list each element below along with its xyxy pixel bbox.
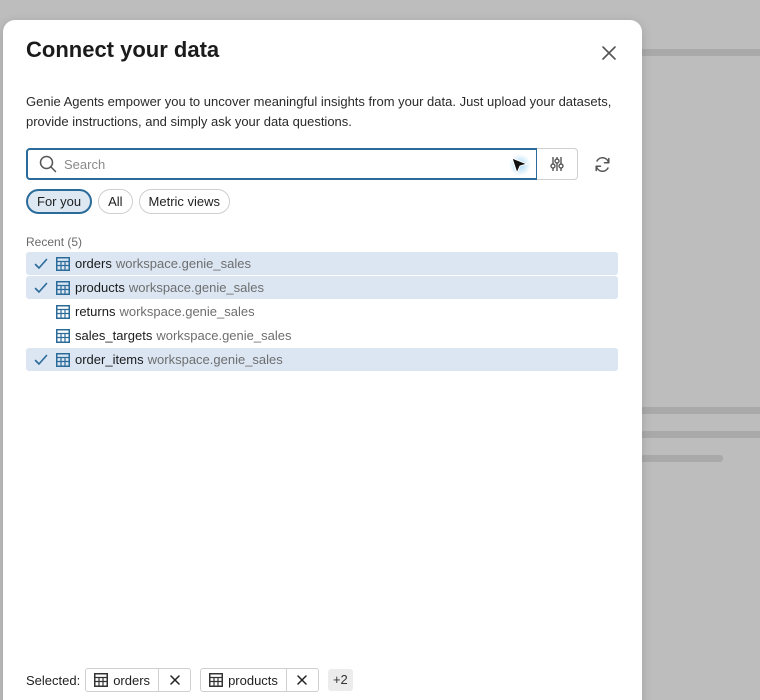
close-icon — [602, 46, 616, 60]
table-icon — [209, 673, 224, 687]
table-schema: workspace.genie_sales — [156, 328, 292, 343]
close-icon — [169, 675, 180, 685]
recent-section-label: Recent (5) — [26, 235, 83, 249]
table-icon — [56, 352, 70, 367]
chip-label: orders — [113, 672, 151, 688]
modal-title: Connect your data — [26, 37, 220, 62]
table-icon — [94, 673, 109, 687]
table-schema: workspace.genie_sales — [119, 304, 255, 319]
table-name: returns — [75, 304, 116, 319]
search-icon — [39, 155, 57, 173]
background-divider — [640, 49, 760, 56]
modal-description: Genie Agents empower you to uncover mean… — [26, 94, 612, 129]
table-name: sales_targets — [75, 328, 153, 343]
check-placeholder — [26, 324, 56, 347]
more-selected-badge[interactable]: +2 — [327, 669, 353, 691]
list-item[interactable]: orders workspace.genie_sales — [26, 252, 618, 275]
table-icon — [56, 304, 70, 319]
table-schema: workspace.genie_sales — [147, 352, 283, 367]
table-icon — [56, 280, 70, 295]
pill-for-you[interactable]: For you — [26, 189, 93, 214]
background-divider — [640, 407, 760, 414]
table-icon — [56, 328, 70, 343]
chip-label-area: orders — [86, 669, 158, 691]
pill-metric-views[interactable]: Metric views — [138, 189, 231, 214]
recent-tables-list: orders workspace.genie_sales products wo… — [26, 252, 618, 372]
check-icon — [26, 252, 56, 275]
close-icon — [297, 675, 308, 685]
background-divider — [640, 455, 723, 462]
list-item[interactable]: sales_targets workspace.genie_sales — [26, 324, 618, 347]
mouse-pointer-icon — [509, 154, 531, 176]
check-placeholder — [26, 300, 56, 323]
selected-footer: Selected: orders products +2 — [26, 668, 353, 692]
selected-chip: products — [200, 668, 319, 692]
filter-settings-button[interactable] — [537, 148, 578, 180]
selected-chip: orders — [85, 668, 192, 692]
table-schema: workspace.genie_sales — [115, 256, 251, 271]
remove-chip-button[interactable] — [285, 669, 318, 691]
list-item[interactable]: products workspace.genie_sales — [26, 276, 618, 299]
refresh-button[interactable] — [588, 148, 616, 180]
list-item[interactable]: order_items workspace.genie_sales — [26, 348, 618, 371]
background-divider — [640, 431, 760, 438]
remove-chip-button[interactable] — [158, 669, 190, 691]
connect-data-modal: Connect your data Genie Agents empower y… — [3, 20, 642, 700]
table-name: order_items — [75, 352, 144, 367]
table-schema: workspace.genie_sales — [128, 280, 265, 295]
refresh-icon — [594, 156, 610, 172]
selected-label: Selected: — [26, 672, 81, 688]
check-icon — [26, 348, 56, 371]
search-field[interactable] — [26, 148, 538, 180]
close-button[interactable] — [597, 41, 621, 65]
table-name: products — [75, 280, 125, 295]
chip-label: products — [228, 672, 278, 688]
table-icon — [56, 256, 70, 271]
filter-pills: For you All Metric views — [26, 189, 231, 214]
pill-all[interactable]: All — [98, 189, 133, 214]
sliders-icon — [550, 157, 564, 171]
chip-label-area: products — [201, 669, 286, 691]
list-item[interactable]: returns workspace.genie_sales — [26, 300, 618, 323]
check-icon — [26, 276, 56, 299]
search-input[interactable] — [64, 156, 484, 172]
table-name: orders — [75, 256, 112, 271]
